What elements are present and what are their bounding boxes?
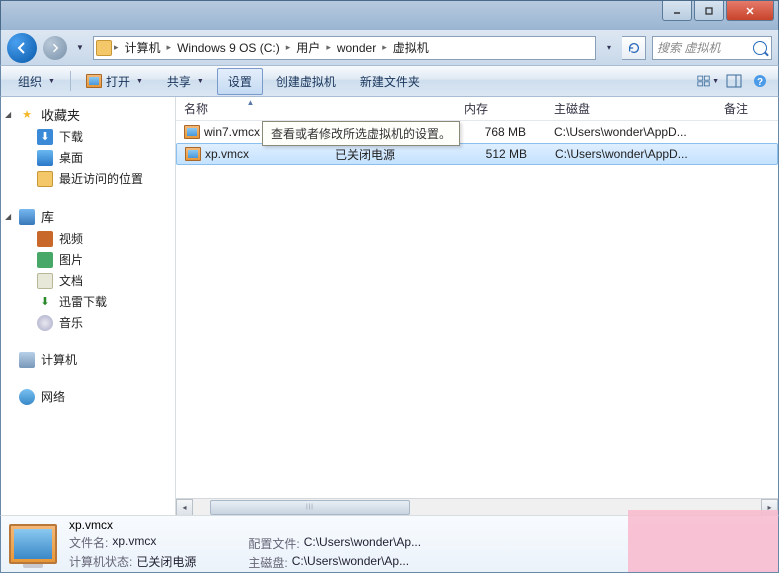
details-label: 配置文件:: [248, 535, 299, 552]
details-label: 主磁盘:: [248, 554, 287, 571]
refresh-button[interactable]: [622, 36, 646, 60]
toolbar: 组织▼ 打开▼ 共享▼ 设置 创建虚拟机 新建文件夹 ▼ ?: [0, 65, 779, 97]
sidebar-item-recent[interactable]: 最近访问的位置: [1, 168, 175, 189]
sidebar-item-thunder[interactable]: ⬇迅雷下载: [1, 291, 175, 312]
folder-icon: [96, 40, 112, 56]
forward-button[interactable]: [43, 36, 67, 60]
sidebar-item-pictures[interactable]: 图片: [1, 249, 175, 270]
download-icon: ⬇: [37, 129, 53, 145]
history-dropdown[interactable]: ▼: [73, 36, 87, 60]
details-filename: xp.vmcx: [69, 518, 196, 532]
view-options-button[interactable]: ▼: [696, 70, 720, 92]
scroll-thumb[interactable]: [210, 500, 410, 515]
content-pane: ▲名称 内存 主磁盘 备注 查看或者修改所选虚拟机的设置。 win7.vmcx …: [176, 97, 778, 515]
details-pane: xp.vmcx 文件名:xp.vmcx 计算机状态:已关闭电源 配置文件:C:\…: [0, 515, 779, 573]
breadcrumb-segment[interactable]: Windows 9 OS (C:): [173, 37, 284, 59]
file-row[interactable]: xp.vmcx 已关闭电源 512 MB C:\Users\wonder\App…: [176, 143, 778, 165]
address-bar[interactable]: ▸ 计算机▸ Windows 9 OS (C:)▸ 用户▸ wonder▸ 虚拟…: [93, 36, 596, 60]
vm-file-icon: [185, 147, 201, 161]
close-button[interactable]: [726, 1, 774, 21]
column-maindisk[interactable]: 主磁盘: [546, 100, 716, 117]
pictures-icon: [37, 252, 53, 268]
vm-file-icon: [184, 125, 200, 139]
maximize-button[interactable]: [694, 1, 724, 21]
music-icon: [37, 315, 53, 331]
column-headers: ▲名称 内存 主磁盘 备注: [176, 97, 778, 121]
sidebar-libraries[interactable]: 库: [1, 205, 175, 228]
create-vm-button[interactable]: 创建虚拟机: [265, 68, 347, 95]
sidebar: ★收藏夹 ⬇下载 桌面 最近访问的位置 库 视频 图片 文档 ⬇迅雷下载 音乐 …: [1, 97, 176, 515]
breadcrumb-segment[interactable]: wonder: [333, 37, 380, 59]
breadcrumb-segment[interactable]: 用户: [292, 37, 324, 59]
tooltip: 查看或者修改所选虚拟机的设置。: [262, 121, 460, 146]
watermark: [628, 510, 778, 572]
vm-icon: [86, 74, 102, 88]
sidebar-item-documents[interactable]: 文档: [1, 270, 175, 291]
library-icon: [19, 209, 35, 225]
separator: [70, 71, 71, 91]
details-label: 文件名:: [69, 534, 108, 551]
sidebar-item-music[interactable]: 音乐: [1, 312, 175, 333]
video-icon: [37, 231, 53, 247]
minimize-button[interactable]: [662, 1, 692, 21]
new-folder-button[interactable]: 新建文件夹: [349, 68, 431, 95]
column-name[interactable]: ▲名称: [176, 100, 326, 117]
selected-file-icon: [9, 521, 57, 567]
help-button[interactable]: ?: [748, 70, 772, 92]
details-value: xp.vmcx: [112, 534, 156, 551]
recent-icon: [37, 171, 53, 187]
details-value: C:\Users\wonder\Ap...: [304, 535, 421, 552]
desktop-icon: [37, 150, 53, 166]
file-list: win7.vmcx 正在运行 768 MB C:\Users\wonder\Ap…: [176, 121, 778, 498]
sidebar-item-desktop[interactable]: 桌面: [1, 147, 175, 168]
documents-icon: [37, 273, 53, 289]
details-value: 已关闭电源: [136, 553, 196, 570]
thunder-icon: ⬇: [37, 294, 53, 310]
sidebar-item-videos[interactable]: 视频: [1, 228, 175, 249]
sidebar-network[interactable]: 网络: [1, 386, 175, 407]
star-icon: ★: [19, 107, 35, 123]
share-button[interactable]: 共享▼: [156, 68, 215, 95]
title-bar: [0, 0, 779, 30]
open-button[interactable]: 打开▼: [75, 68, 154, 95]
navigation-row: ▼ ▸ 计算机▸ Windows 9 OS (C:)▸ 用户▸ wonder▸ …: [0, 30, 779, 65]
organize-button[interactable]: 组织▼: [7, 68, 66, 95]
details-value: C:\Users\wonder\Ap...: [292, 554, 409, 571]
settings-button[interactable]: 设置: [217, 68, 263, 95]
column-memory[interactable]: 内存: [456, 100, 546, 117]
sidebar-favorites[interactable]: ★收藏夹: [1, 103, 175, 126]
sidebar-item-downloads[interactable]: ⬇下载: [1, 126, 175, 147]
column-notes[interactable]: 备注: [716, 100, 778, 117]
back-button[interactable]: [7, 33, 37, 63]
details-label: 计算机状态:: [69, 553, 132, 570]
sort-asc-icon: ▲: [247, 98, 255, 107]
sidebar-computer[interactable]: 计算机: [1, 349, 175, 370]
network-icon: [19, 389, 35, 405]
breadcrumb-segment[interactable]: 虚拟机: [389, 37, 433, 59]
breadcrumb-segment[interactable]: 计算机: [121, 37, 165, 59]
scroll-left-button[interactable]: ◂: [176, 499, 193, 516]
computer-icon: [19, 352, 35, 368]
chevron-right-icon: ▸: [112, 42, 121, 53]
preview-pane-button[interactable]: [722, 70, 746, 92]
address-dropdown[interactable]: ▾: [602, 36, 616, 60]
svg-text:?: ?: [757, 77, 763, 88]
search-input[interactable]: 搜索 虚拟机: [652, 36, 772, 60]
